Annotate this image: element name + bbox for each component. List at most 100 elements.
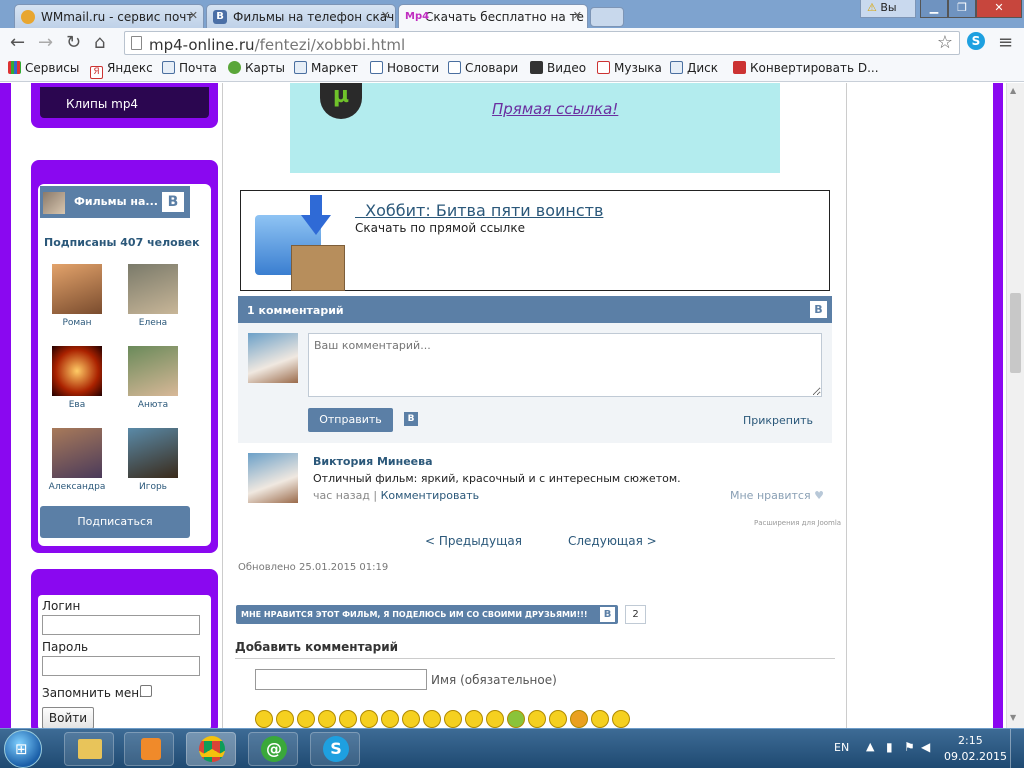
send-button[interactable]: Отправить (308, 408, 393, 432)
remember-checkbox[interactable] (140, 685, 152, 697)
smiley-icon[interactable] (381, 710, 399, 728)
explorer-icon[interactable] (64, 732, 114, 766)
bookmark-disk[interactable]: Диск (670, 61, 718, 75)
login-input[interactable] (42, 615, 200, 635)
comment-author[interactable]: Виктория Минеева (313, 455, 433, 468)
name-input[interactable] (255, 669, 427, 690)
skype-icon[interactable]: S (310, 732, 360, 766)
smiley-icon[interactable] (570, 710, 588, 728)
prev-link[interactable]: < Предыдущая (425, 534, 522, 548)
scroll-down-icon[interactable]: ▼ (1010, 713, 1016, 722)
bookmark-video[interactable]: Видео (530, 61, 586, 75)
password-input[interactable] (42, 656, 200, 676)
close-icon[interactable]: ✕ (381, 9, 390, 22)
subscribe-button[interactable]: Подписаться (40, 506, 190, 538)
bookmark-market[interactable]: Маркет (294, 61, 358, 75)
volume-icon[interactable]: ◀ (921, 740, 930, 754)
scrollbar[interactable]: ▲ ▼ (1006, 83, 1024, 728)
subscribers-count[interactable]: Подписаны 407 человек (44, 236, 200, 249)
smiley-icon[interactable] (465, 710, 483, 728)
comment-time[interactable]: час назад (313, 489, 370, 502)
login-button[interactable]: Войти (42, 707, 94, 728)
smiley-icon[interactable] (423, 710, 441, 728)
bookmark-mail[interactable]: Почта (162, 61, 217, 75)
chrome-icon[interactable] (186, 732, 236, 766)
home-icon[interactable]: ⌂ (94, 33, 105, 53)
close-window-button[interactable]: ✕ (976, 0, 1022, 18)
comment-author-avatar[interactable] (248, 453, 298, 503)
bookmark-maps[interactable]: Карты (228, 61, 285, 75)
network-icon[interactable]: ▮ (886, 740, 893, 754)
forward-arrow-icon[interactable]: → (38, 33, 53, 53)
smiley-icon[interactable] (360, 710, 378, 728)
download-title-link[interactable]: Хоббит: Битва пяти воинств (355, 201, 603, 220)
heading-divider (235, 658, 835, 659)
reload-icon[interactable]: ↻ (66, 33, 81, 53)
mail-agent-icon[interactable]: @ (248, 732, 298, 766)
bookmark-music[interactable]: Музыка (597, 61, 662, 75)
clips-link[interactable]: Клипы mp4 (40, 87, 209, 118)
smiley-icon[interactable] (549, 710, 567, 728)
minimize-button[interactable]: ▁ (920, 0, 948, 18)
smiley-icon[interactable] (297, 710, 315, 728)
bookmark-yandex[interactable]: Я Яндекс (90, 61, 153, 79)
vk-widget-header[interactable]: Фильмы на... B (40, 186, 190, 218)
menu-icon[interactable]: ≡ (998, 33, 1013, 53)
star-icon[interactable]: ☆ (937, 32, 953, 53)
smiley-icon[interactable] (339, 710, 357, 728)
bookmark-convert[interactable]: Конвертировать D... (733, 61, 879, 75)
friend-item[interactable]: Елена (118, 264, 188, 328)
user-badge[interactable]: ⚠ Вы (860, 0, 916, 18)
like-link[interactable]: Мне нравится ♥ (730, 489, 824, 502)
smiley-icon[interactable] (486, 710, 504, 728)
friend-item[interactable]: Роман (42, 264, 112, 328)
bookmark-dictionaries[interactable]: Словари (448, 61, 518, 75)
new-tab-button[interactable] (590, 7, 624, 27)
media-player-icon[interactable] (124, 732, 174, 766)
show-desktop-button[interactable] (1010, 729, 1024, 768)
close-icon[interactable]: ✕ (573, 9, 582, 22)
bookmark-news[interactable]: Новости (370, 61, 439, 75)
back-arrow-icon[interactable]: ← (10, 33, 25, 53)
extension-credit[interactable]: Расширения для Joomla (754, 519, 841, 527)
flag-icon[interactable]: ⚑ (904, 740, 915, 754)
smiley-icon[interactable] (528, 710, 546, 728)
friend-item[interactable]: Ева (42, 346, 112, 410)
tray-expand-icon[interactable]: ▲ (866, 740, 874, 753)
language-indicator[interactable]: EN (834, 741, 849, 754)
tab-wmmail[interactable]: WMmail.ru - сервис почт ✕ (14, 4, 204, 28)
maximize-button[interactable]: ❐ (948, 0, 976, 18)
start-button[interactable]: ⊞ (4, 730, 42, 768)
friend-item[interactable]: Игорь (118, 428, 188, 492)
smiley-icon[interactable] (276, 710, 294, 728)
clock-time[interactable]: 2:15 (958, 734, 983, 747)
vk-share-button[interactable]: МНЕ НРАВИТСЯ ЭТОТ ФИЛЬМ, Я ПОДЕЛЮСЬ ИМ С… (236, 605, 618, 624)
smiley-icon[interactable] (318, 710, 336, 728)
address-bar[interactable]: mp4-online.ru/fentezi/xobbbi.html ☆ (124, 31, 960, 55)
smiley-icon[interactable] (402, 710, 420, 728)
next-link[interactable]: Следующая > (568, 534, 657, 548)
tab-download[interactable]: Mp4 Скачать бесплатно на те ✕ (398, 4, 588, 28)
bookmark-services[interactable]: Сервисы (8, 61, 79, 75)
close-icon[interactable]: ✕ (189, 9, 198, 22)
tab-bar: WMmail.ru - сервис почт ✕ B Фильмы на те… (0, 0, 1024, 28)
smiley-icon[interactable] (612, 710, 630, 728)
tab-films[interactable]: B Фильмы на телефон скач ✕ (206, 4, 396, 28)
smiley-icon[interactable] (591, 710, 609, 728)
scroll-up-icon[interactable]: ▲ (1010, 86, 1016, 95)
vk-logo-icon[interactable]: B (404, 412, 418, 426)
friend-item[interactable]: Анюта (118, 346, 188, 410)
smiley-icon[interactable] (444, 710, 462, 728)
reply-link[interactable]: Комментировать (381, 489, 479, 502)
friend-avatar (128, 264, 178, 314)
attach-link[interactable]: Прикрепить (743, 414, 813, 427)
clock-date[interactable]: 09.02.2015 (944, 750, 1007, 763)
scrollbar-thumb[interactable] (1010, 293, 1021, 373)
direct-link[interactable]: Прямая ссылка! (492, 100, 618, 118)
smiley-icon[interactable] (255, 710, 273, 728)
skype-extension-icon[interactable]: S (967, 32, 985, 50)
comment-textarea[interactable] (308, 333, 822, 397)
friend-item[interactable]: Александра (42, 428, 112, 492)
smiley-icon[interactable] (507, 710, 525, 728)
download-folder-icon[interactable] (255, 195, 345, 291)
